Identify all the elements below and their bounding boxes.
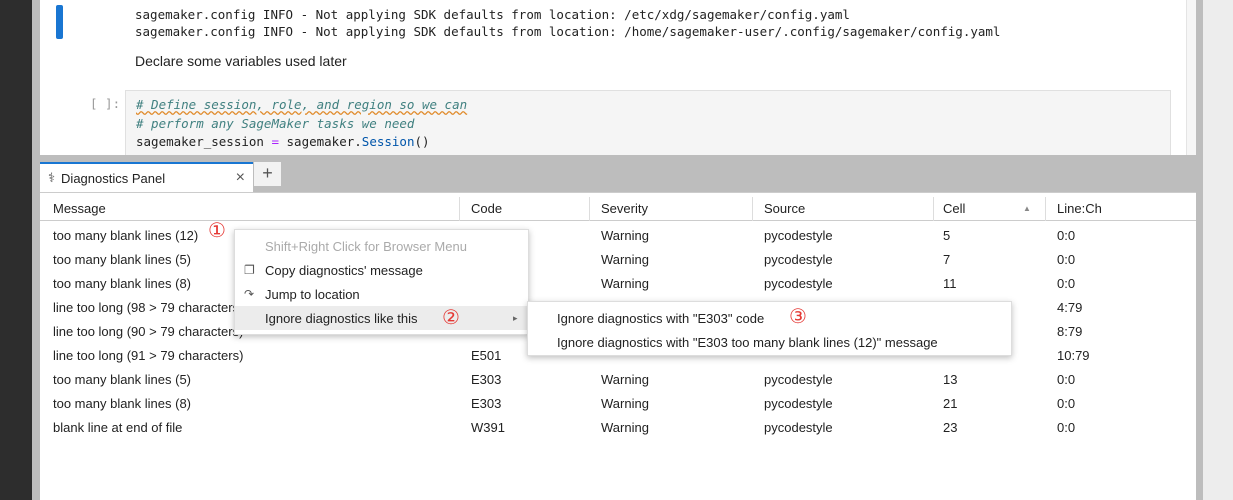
cell-message: too many blank lines (5) xyxy=(53,371,192,387)
annotation-2: ② xyxy=(442,307,460,329)
menu-item-copy[interactable]: ❐ Copy diagnostics' message xyxy=(235,258,528,282)
cell-message: too many blank lines (5) xyxy=(53,251,192,267)
cell-source: pycodestyle xyxy=(764,371,833,387)
cell-cell: 11 xyxy=(943,275,957,291)
cell-linech: 0:0 xyxy=(1057,395,1076,411)
menu-label: Copy diagnostics' message xyxy=(265,262,423,278)
menu-item-jump[interactable]: ↷ Jump to location xyxy=(235,282,528,306)
menu-hint: Shift+Right Click for Browser Menu xyxy=(265,238,467,254)
cell-source: pycodestyle xyxy=(764,227,833,243)
left-sidebar xyxy=(0,0,32,500)
cell-linech: 0:0 xyxy=(1057,371,1076,387)
table-row[interactable]: too many blank lines (8) E303 Warning pycod… xyxy=(40,391,1196,415)
cell-message: too many blank lines (8) xyxy=(53,275,192,291)
cell-severity: Warning xyxy=(601,227,649,243)
annotation-3: ③ xyxy=(789,306,807,328)
cell-linech: 0:0 xyxy=(1057,251,1076,267)
submenu-item-by-message[interactable]: Ignore diagnostics with "E303 too many b… xyxy=(557,335,938,350)
code-comment: # perform any SageMaker tasks we need xyxy=(136,115,415,131)
cell-message: line too long (98 > 79 characters) xyxy=(53,299,244,315)
output-line: sagemaker.config INFO - Not applying SDK… xyxy=(135,7,850,22)
context-menu: Shift+Right Click for Browser Menu ❐ Copy… xyxy=(234,229,529,335)
cell-linech: 4:79 xyxy=(1057,299,1083,315)
annotation-1: ① xyxy=(208,220,226,242)
code-obj: sagemaker. xyxy=(279,134,362,149)
jump-icon: ↷ xyxy=(244,287,255,301)
table-row[interactable]: too many blank lines (5) E303 Warning pycod… xyxy=(40,367,1196,391)
output-line: sagemaker.config INFO - Not applying SDK… xyxy=(135,24,1001,39)
cell-severity: Warning xyxy=(601,275,649,291)
ignore-submenu: Ignore diagnostics with "E303" code ③ Ign… xyxy=(527,301,1012,356)
code-var: sagemaker_session xyxy=(136,134,272,149)
tab-label: Diagnostics Panel xyxy=(61,170,166,186)
cell-linech: 0:0 xyxy=(1057,275,1076,291)
cell-prompt: [ ]: xyxy=(90,96,121,111)
header-code[interactable]: Code xyxy=(471,201,502,216)
header-cell[interactable]: Cell xyxy=(943,201,965,216)
table-header: Message Code Severity Source Cell ▲ Line… xyxy=(40,197,1196,221)
copy-icon: ❐ xyxy=(244,263,255,277)
header-severity[interactable]: Severity xyxy=(601,201,648,216)
cell-cell: 7 xyxy=(943,251,951,267)
code-end: () xyxy=(414,134,430,149)
submenu-arrow-icon: ▸ xyxy=(513,312,518,323)
cell-linech: 0:0 xyxy=(1057,419,1076,435)
sort-asc-icon: ▲ xyxy=(1023,204,1031,213)
header-linech[interactable]: Line:Ch xyxy=(1057,201,1102,216)
code-comment: # Define session, role, and region so we… xyxy=(136,97,468,112)
cell-source: pycodestyle xyxy=(764,419,833,435)
code-op: = xyxy=(271,134,279,149)
cell-cell: 13 xyxy=(943,371,958,387)
cell-code: E303 xyxy=(471,395,502,411)
cell-code: E303 xyxy=(471,371,502,387)
cell-linech: 10:79 xyxy=(1057,347,1090,363)
submenu-item-by-code[interactable]: Ignore diagnostics with "E303" code ③ xyxy=(557,307,807,327)
cell-message: line too long (90 > 79 characters) xyxy=(53,323,244,339)
splitter xyxy=(32,0,40,500)
cell-message: too many blank lines (12) xyxy=(53,227,199,243)
cell-code: E501 xyxy=(471,347,502,363)
cell-linech: 8:79 xyxy=(1057,323,1083,339)
menu-item-ignore[interactable]: Ignore diagnostics like this ② ▸ xyxy=(235,306,528,330)
cell-code: W391 xyxy=(471,419,505,435)
header-message[interactable]: Message xyxy=(53,201,106,216)
cell-severity: Warning xyxy=(601,371,649,387)
markdown-cell[interactable]: Declare some variables used later xyxy=(135,53,347,69)
code-cell-editor[interactable]: # Define session, role, and region so we… xyxy=(125,90,1171,160)
cell-message: line too long (91 > 79 characters) xyxy=(53,347,244,363)
code-fn: Session xyxy=(361,134,415,149)
cell-source: pycodestyle xyxy=(764,395,833,411)
stethoscope-icon: ⚕ xyxy=(48,170,56,185)
header-source[interactable]: Source xyxy=(764,201,805,216)
menu-label: Ignore diagnostics with "E303" code xyxy=(557,311,765,326)
table-row[interactable]: too many blank lines (8) Warning pycodesty… xyxy=(40,271,1196,295)
cell-source: pycodestyle xyxy=(764,251,833,267)
table-row[interactable]: blank line at end of file W391 Warning pyco… xyxy=(40,415,1196,439)
cell-cell: 23 xyxy=(943,419,958,435)
table-row[interactable]: too many blank lines (5) Warning pycodesty… xyxy=(40,247,1196,271)
tab-diagnostics-panel[interactable]: ⚕ Diagnostics Panel × xyxy=(40,162,253,192)
cell-severity: Warning xyxy=(601,395,649,411)
add-tab-button[interactable]: + xyxy=(254,162,281,186)
cell-cell: 5 xyxy=(943,227,951,243)
cell-severity: Warning xyxy=(601,251,649,267)
cell-message: too many blank lines (8) xyxy=(53,395,192,411)
active-cell-indicator xyxy=(56,5,63,39)
cell-message: blank line at end of file xyxy=(53,419,183,435)
splitter-right xyxy=(1196,0,1203,500)
menu-label: Jump to location xyxy=(265,286,360,302)
cell-source: pycodestyle xyxy=(764,275,833,291)
menu-label: Ignore diagnostics like this xyxy=(265,310,418,326)
cell-cell: 21 xyxy=(943,395,958,411)
close-icon[interactable]: × xyxy=(236,169,245,187)
cell-linech: 0:0 xyxy=(1057,227,1076,243)
notebook-scrollbar[interactable] xyxy=(1186,0,1196,155)
cell-severity: Warning xyxy=(601,419,649,435)
